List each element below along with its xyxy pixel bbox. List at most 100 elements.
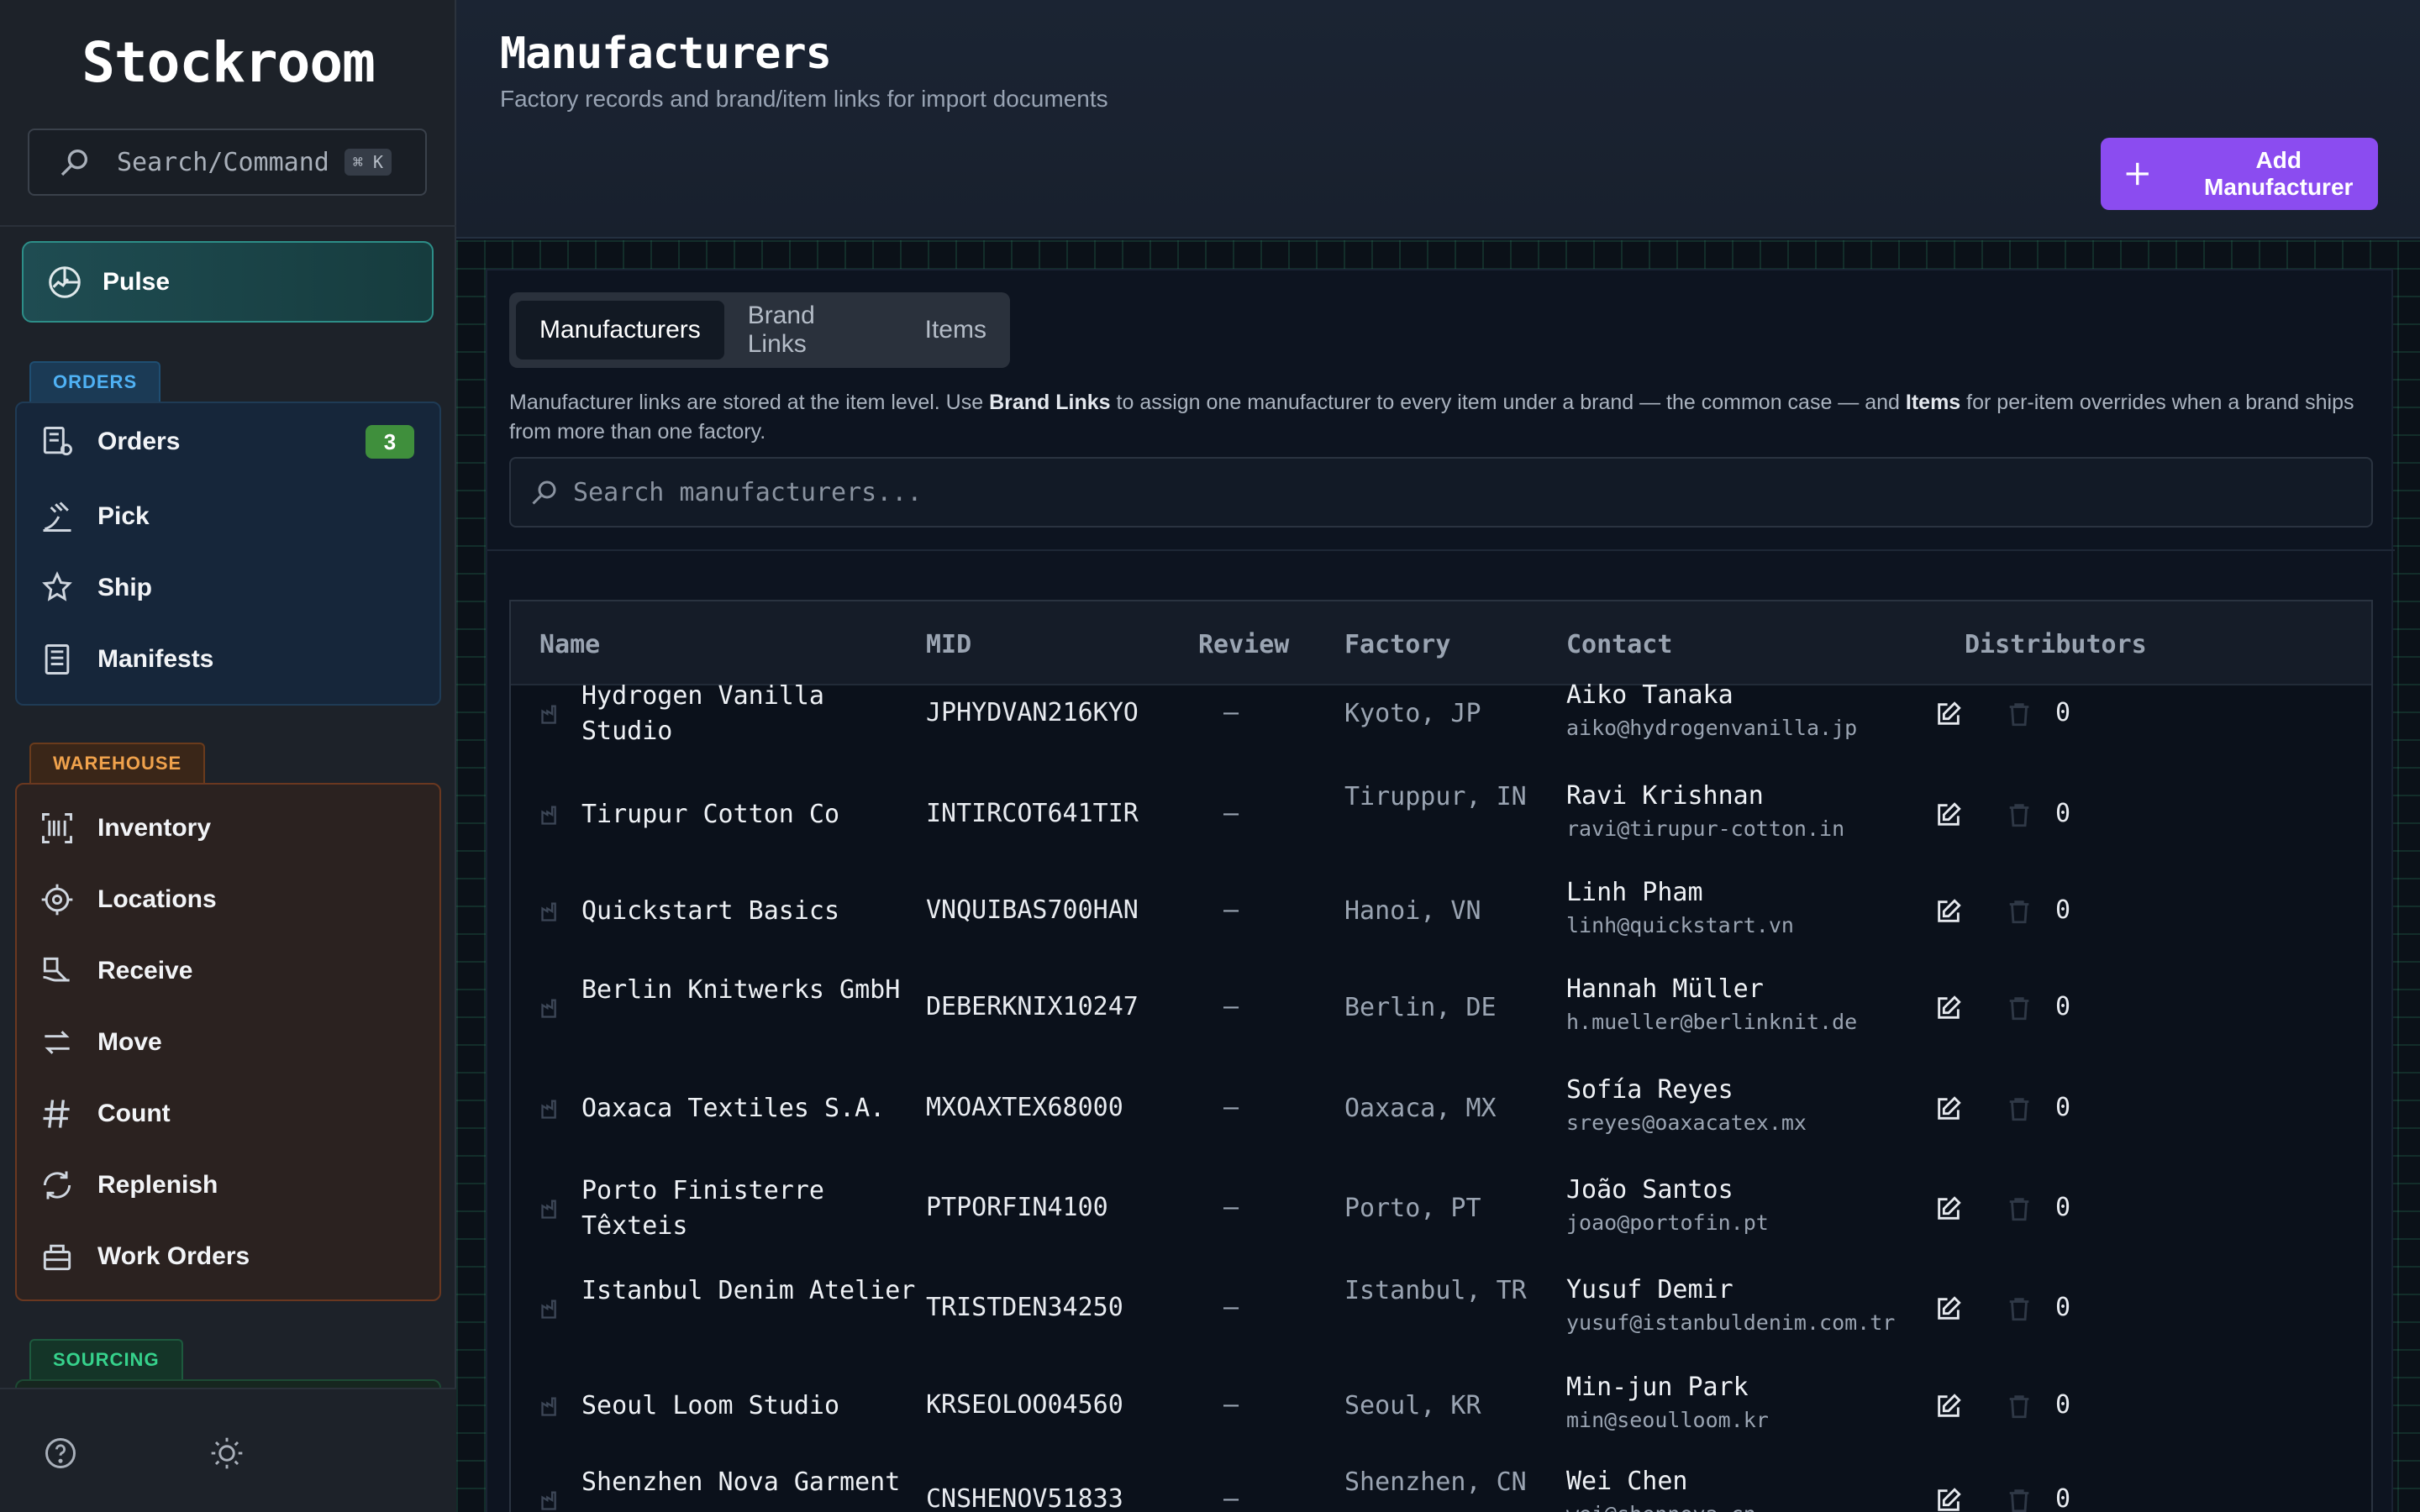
contact-name: Linh Pham	[1566, 878, 1703, 907]
factory-icon	[541, 1397, 556, 1416]
table-row[interactable]: Tirupur Cotton Co INTIRCOT641TIR — Tiruppur…	[511, 764, 2371, 865]
column-header-distributors[interactable]: Distributors	[1965, 630, 2147, 659]
plus-icon	[2126, 162, 2149, 186]
review-status: —	[1223, 698, 1239, 727]
trash-icon[interactable]	[2005, 801, 2033, 829]
sidebar-item-label: Receive	[97, 957, 193, 984]
shortcut-hint: ⌘ K	[344, 149, 392, 176]
edit-icon[interactable]	[1934, 994, 1963, 1022]
manufacturer-mid: INTIRCOT641TIR	[926, 799, 1139, 828]
sidebar: Stockroom Search/Command ⌘ K Pulse ORDER…	[0, 0, 456, 1512]
contact-name: Min-jun Park	[1566, 1373, 1749, 1402]
info-text-part: Manufacturer links are stored at the ite…	[509, 391, 990, 414]
table-row[interactable]: Seoul Loom Studio KRSEOLOO04560 — Seoul, KR…	[511, 1356, 2371, 1457]
table-row[interactable]: Quickstart Basics VNQUIBAS700HAN — Hanoi, V…	[511, 861, 2371, 962]
sidebar-item-label: Manifests	[97, 645, 214, 673]
sidebar-item-pick[interactable]: Pick	[15, 483, 441, 550]
review-status: —	[1223, 992, 1239, 1021]
table-row[interactable]: Berlin Knitwerks GmbH DEBERKNIX10247 — Berl…	[511, 958, 2371, 1058]
sidebar-item-work-orders[interactable]: Work Orders	[15, 1223, 441, 1290]
column-header-name[interactable]: Name	[539, 630, 600, 659]
manufacturer-name[interactable]: Berlin Knitwerks GmbH	[581, 973, 918, 1008]
contact-email: sreyes@oaxacatex.mx	[1566, 1110, 1807, 1135]
add-manufacturer-label: Add Manufacturer	[2204, 147, 2354, 200]
distributors-count: 0	[2055, 895, 2071, 925]
sidebar-item-count[interactable]: Count	[15, 1080, 441, 1147]
factory-location: Hanoi, VN	[1344, 896, 1481, 926]
manufacturer-name[interactable]: Shenzhen Nova Garment	[581, 1465, 918, 1500]
search-input[interactable]	[573, 477, 2338, 507]
sidebar-item-pulse[interactable]: Pulse	[22, 241, 434, 323]
group-title-sourcing: SOURCING	[29, 1339, 183, 1379]
table-row[interactable]: Istanbul Denim Atelier TRISTDEN34250 — Ista…	[511, 1258, 2371, 1359]
trash-icon[interactable]	[2005, 1294, 2033, 1323]
manufacturer-name[interactable]: Quickstart Basics	[581, 894, 918, 929]
contact-email: min@seoulloom.kr	[1566, 1408, 1769, 1432]
manufacturer-name[interactable]: Hydrogen Vanilla Studio	[581, 679, 918, 749]
manufacturer-name[interactable]: Istanbul Denim Atelier	[581, 1273, 918, 1309]
table-row[interactable]: Shenzhen Nova Garment CNSHENOV51833 — Shenz…	[511, 1450, 2371, 1512]
group-title-orders: ORDERS	[29, 361, 161, 402]
count-icon	[43, 1100, 70, 1128]
manifests-icon	[45, 644, 70, 675]
edit-icon[interactable]	[1934, 1392, 1963, 1420]
sidebar-item-receive[interactable]: Receive	[15, 937, 441, 1005]
edit-icon[interactable]	[1934, 897, 1963, 926]
manufacturer-name[interactable]: Oaxaca Textiles S.A.	[581, 1091, 918, 1126]
column-header-mid[interactable]: MID	[926, 630, 971, 659]
manufacturer-name[interactable]: Tirupur Cotton Co	[581, 797, 918, 832]
add-manufacturer-button[interactable]: Add Manufacturer	[2101, 138, 2378, 210]
table-row[interactable]: Oaxaca Textiles S.A. MXOAXTEX68000 — Oaxaca…	[511, 1058, 2371, 1159]
column-header-contact[interactable]: Contact	[1566, 630, 1672, 659]
manufacturer-mid: CNSHENOV51833	[926, 1484, 1123, 1512]
tab-items[interactable]: Items	[902, 301, 1010, 360]
tab-bar: Manufacturers Brand Links Items	[509, 292, 1010, 368]
sidebar-item-label: Move	[97, 1028, 162, 1056]
sidebar-item-inventory[interactable]: Inventory	[15, 795, 441, 862]
manufacturer-name[interactable]: Seoul Loom Studio	[581, 1389, 918, 1424]
tab-manufacturers[interactable]: Manufacturers	[516, 301, 724, 360]
sidebar-item-label: Work Orders	[97, 1242, 250, 1270]
review-status: —	[1223, 895, 1239, 925]
help-icon[interactable]	[42, 1435, 79, 1472]
sidebar-item-orders[interactable]: Orders 3	[15, 408, 441, 475]
column-header-factory[interactable]: Factory	[1344, 630, 1450, 659]
edit-icon[interactable]	[1934, 700, 1963, 728]
info-note: Manufacturer links are stored at the ite…	[509, 388, 2375, 447]
sidebar-item-ship[interactable]: Ship	[15, 554, 441, 622]
sidebar-item-locations[interactable]: Locations	[15, 866, 441, 933]
sidebar-item-label: Inventory	[97, 814, 212, 842]
contact-email: linh@quickstart.vn	[1566, 913, 1794, 937]
command-search[interactable]: Search/Command ⌘ K	[28, 129, 427, 196]
trash-icon[interactable]	[2005, 1392, 2033, 1420]
table-row[interactable]: Porto Finisterre Têxteis PTPORFIN4100 — Por…	[511, 1158, 2371, 1259]
table-row[interactable]: Hydrogen Vanilla Studio JPHYDVAN216KYO — Ky…	[511, 664, 2371, 764]
trash-icon[interactable]	[2005, 994, 2033, 1022]
factory-location: Shenzhen, CN	[1344, 1467, 1527, 1497]
edit-icon[interactable]	[1934, 1486, 1963, 1512]
trash-icon[interactable]	[2005, 1486, 2033, 1512]
page-title: Manufacturers	[500, 29, 832, 79]
sun-icon[interactable]	[208, 1435, 245, 1472]
edit-icon[interactable]	[1934, 1194, 1963, 1223]
manufacturer-name[interactable]: Porto Finisterre Têxteis	[581, 1173, 918, 1244]
factory-icon	[541, 705, 556, 724]
group-title-warehouse: WAREHOUSE	[29, 743, 206, 783]
edit-icon[interactable]	[1934, 1294, 1963, 1323]
brand-logo[interactable]: Stockroom	[0, 30, 456, 95]
edit-icon[interactable]	[1934, 801, 1963, 829]
sidebar-item-label: Ship	[97, 574, 152, 601]
sidebar-item-manifests[interactable]: Manifests	[15, 626, 441, 693]
trash-icon[interactable]	[2005, 1194, 2033, 1223]
contact-name: Ravi Krishnan	[1566, 781, 1764, 811]
contact-name: Aiko Tanaka	[1566, 680, 1733, 710]
trash-icon[interactable]	[2005, 897, 2033, 926]
trash-icon[interactable]	[2005, 700, 2033, 728]
sidebar-item-replenish[interactable]: Replenish	[15, 1152, 441, 1219]
edit-icon[interactable]	[1934, 1095, 1963, 1123]
column-header-review[interactable]: Review	[1198, 630, 1289, 659]
sidebar-item-move[interactable]: Move	[15, 1009, 441, 1076]
trash-icon[interactable]	[2005, 1095, 2033, 1123]
pulse-chart-icon	[49, 265, 81, 298]
tab-brand-links[interactable]: Brand Links	[724, 301, 902, 360]
